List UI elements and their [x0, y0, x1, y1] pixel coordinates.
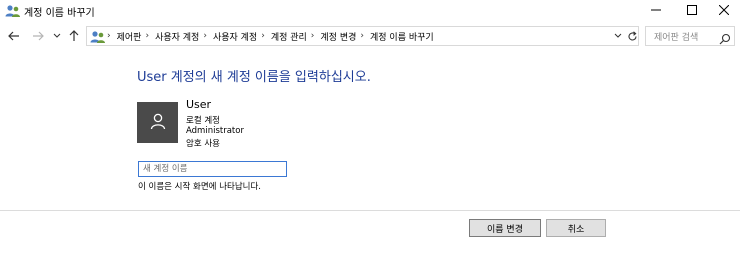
search-icon[interactable]	[719, 30, 731, 45]
breadcrumb-item-rename-account[interactable]: 계정 이름 바꾸기	[370, 30, 434, 43]
page-heading: User 계정의 새 계정 이름을 입력하십시오.	[137, 70, 371, 85]
breadcrumb-item-control-panel[interactable]: 제어판	[117, 30, 142, 43]
search-placeholder: 제어판 검색	[654, 33, 699, 43]
chevron-right-icon[interactable]: ›	[261, 31, 265, 41]
user-accounts-icon	[90, 29, 106, 43]
user-accounts-icon	[5, 3, 21, 17]
address-dropdown-button[interactable]	[612, 29, 624, 43]
user-icon	[149, 112, 167, 134]
chevron-right-icon[interactable]: ›	[145, 31, 149, 41]
chevron-right-icon[interactable]: ›	[360, 31, 364, 41]
breadcrumb: › 제어판 › 사용자 계정 › 사용자 계정 › 계정 관리 › 계정 변경 …	[107, 27, 434, 45]
close-button[interactable]	[706, 0, 740, 20]
cancel-button[interactable]: 취소	[546, 219, 606, 237]
password-status: 암호 사용	[186, 139, 220, 149]
navigation-bar: › 제어판 › 사용자 계정 › 사용자 계정 › 계정 관리 › 계정 변경 …	[0, 24, 740, 48]
new-account-name-input[interactable]	[138, 161, 287, 177]
account-name: User	[186, 98, 212, 111]
breadcrumb-item-user-accounts[interactable]: 사용자 계정	[155, 30, 199, 43]
minimize-button[interactable]	[638, 0, 674, 20]
search-box[interactable]: 제어판 검색	[645, 26, 735, 46]
divider	[0, 210, 740, 211]
breadcrumb-item-user-accounts-2[interactable]: 사용자 계정	[213, 30, 257, 43]
avatar	[137, 102, 178, 143]
window-title: 계정 이름 바꾸기	[24, 8, 95, 19]
back-button[interactable]	[6, 28, 22, 44]
forward-button[interactable]	[30, 28, 46, 44]
address-bar[interactable]: › 제어판 › 사용자 계정 › 사용자 계정 › 계정 관리 › 계정 변경 …	[86, 26, 639, 46]
maximize-button[interactable]	[674, 0, 710, 20]
account-role: Administrator	[186, 126, 244, 136]
recent-locations-button[interactable]	[52, 28, 62, 44]
hint-text: 이 이름은 시작 화면에 나타납니다.	[138, 182, 261, 192]
rename-button[interactable]: 이름 변경	[469, 219, 541, 237]
title-bar: 계정 이름 바꾸기	[0, 0, 740, 20]
chevron-right-icon[interactable]: ›	[107, 31, 111, 41]
up-button[interactable]	[66, 28, 82, 44]
breadcrumb-item-manage-accounts[interactable]: 계정 관리	[271, 30, 307, 43]
refresh-button[interactable]	[625, 28, 639, 44]
chevron-right-icon[interactable]: ›	[203, 31, 207, 41]
account-type: 로컬 계정	[186, 116, 220, 126]
chevron-right-icon[interactable]: ›	[311, 31, 315, 41]
breadcrumb-item-change-account[interactable]: 계정 변경	[320, 30, 356, 43]
